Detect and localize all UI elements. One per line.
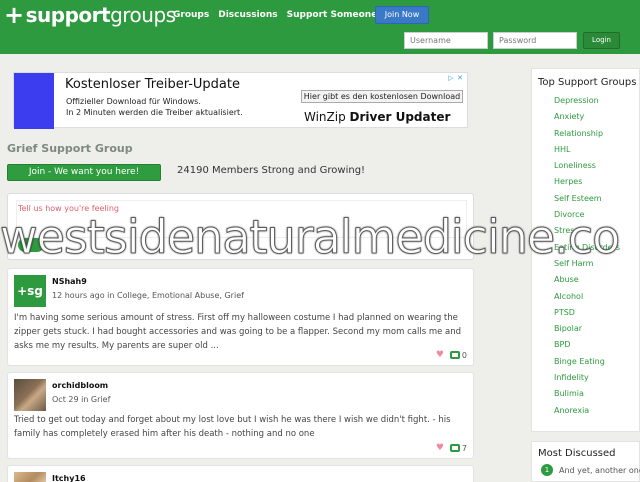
- post-body[interactable]: I'm having some serious amount of stress…: [14, 311, 469, 353]
- ad-brand-prefix: WinZip: [304, 110, 346, 124]
- heart-icon[interactable]: ♥: [436, 443, 444, 453]
- post-username[interactable]: Itchy16: [52, 474, 86, 482]
- group-link[interactable]: Herpes: [554, 177, 620, 193]
- ad-banner[interactable]: Kostenloser Treiber-Update Offizieller D…: [13, 72, 468, 129]
- comment-button[interactable]: 0: [449, 350, 467, 360]
- post-actions: ♥ 7: [436, 443, 467, 453]
- password-input[interactable]: [493, 32, 577, 49]
- panel-title: Top Support Groups: [538, 77, 637, 88]
- avatar[interactable]: [14, 472, 46, 482]
- compose-box: Tell us how you're feeling: [7, 193, 474, 260]
- group-link[interactable]: Bipolar: [554, 324, 620, 340]
- compose-submit-button[interactable]: [18, 238, 44, 252]
- post-card[interactable]: Itchy16: [7, 465, 474, 482]
- ad-brand: WinZip Driver Updater: [304, 110, 450, 124]
- login-button[interactable]: Login: [583, 32, 620, 49]
- group-link[interactable]: Relationship: [554, 129, 620, 145]
- comment-icon: [449, 351, 460, 359]
- main-nav: Groups Discussions Support Someone: [173, 10, 386, 20]
- ad-choices-icon[interactable]: ▷ ✕: [447, 74, 465, 83]
- nav-support-someone[interactable]: Support Someone: [287, 10, 378, 20]
- avatar[interactable]: [14, 379, 46, 411]
- rank-badge: 1: [541, 464, 553, 476]
- top-navigation-bar: + support groups Groups Discussions Supp…: [0, 0, 640, 54]
- group-link[interactable]: HHL: [554, 145, 620, 161]
- group-link[interactable]: Binge Eating: [554, 357, 620, 373]
- post-username[interactable]: orchidbloom: [52, 381, 108, 390]
- group-link[interactable]: Self Harm: [554, 259, 620, 275]
- most-discussed-panel: Most Discussed 1 And yet, another one: [531, 441, 640, 482]
- group-link[interactable]: Depression: [554, 96, 620, 112]
- post-card[interactable]: +sg NShah9 12 hours ago in College, Emot…: [7, 268, 474, 366]
- group-link[interactable]: Eating Disorders: [554, 243, 620, 259]
- top-support-groups-panel: Top Support Groups Depression Anxiety Re…: [531, 68, 640, 432]
- post-username[interactable]: NShah9: [52, 277, 87, 286]
- comment-count: 0: [461, 350, 467, 360]
- heart-icon[interactable]: ♥: [436, 350, 444, 360]
- ad-image: [14, 73, 54, 129]
- post-meta: 12 hours ago in College, Emotional Abuse…: [52, 291, 244, 300]
- ad-text-line: In 2 Minuten werden die Treiber aktualis…: [66, 108, 243, 117]
- group-link[interactable]: Anorexia: [554, 406, 620, 422]
- group-link[interactable]: Bulimia: [554, 389, 620, 405]
- comment-count: 7: [461, 443, 467, 453]
- ad-brand-name: Driver Updater: [349, 110, 451, 124]
- post-card[interactable]: orchidbloom Oct 29 in Grief Tried to get…: [7, 372, 474, 459]
- join-group-button[interactable]: Join - We want you here!: [7, 164, 161, 181]
- plus-icon: +: [4, 1, 24, 29]
- post-actions: ♥ 0: [436, 350, 467, 360]
- comment-icon: [449, 444, 460, 452]
- group-link[interactable]: Infidelity: [554, 373, 620, 389]
- site-logo[interactable]: + support groups: [4, 3, 176, 27]
- ad-close-icon[interactable]: ✕: [456, 74, 464, 82]
- group-link[interactable]: Loneliness: [554, 161, 620, 177]
- group-title: Grief Support Group: [7, 142, 133, 155]
- compose-placeholder: Tell us how you're feeling: [18, 204, 119, 213]
- group-link[interactable]: BPD: [554, 340, 620, 356]
- comment-button[interactable]: 7: [449, 443, 467, 453]
- ad-text-line: Offizieller Download für Windows.: [66, 97, 201, 106]
- group-link[interactable]: Divorce: [554, 210, 620, 226]
- post-body[interactable]: Tried to get out today and forget about …: [14, 413, 469, 441]
- avatar[interactable]: +sg: [14, 275, 46, 307]
- group-link[interactable]: Abuse: [554, 275, 620, 291]
- group-list: Depression Anxiety Relationship HHL Lone…: [554, 96, 620, 422]
- panel-title: Most Discussed: [538, 448, 616, 459]
- logo-text-normal: groups: [110, 3, 176, 27]
- ad-title: Kostenloser Treiber-Update: [65, 77, 240, 92]
- group-link[interactable]: Alcohol: [554, 292, 620, 308]
- nav-groups[interactable]: Groups: [173, 10, 209, 20]
- ad-info-icon: ▷: [448, 74, 454, 82]
- nav-discussions[interactable]: Discussions: [218, 10, 277, 20]
- group-link[interactable]: Anxiety: [554, 112, 620, 128]
- join-now-button[interactable]: Join Now: [375, 6, 429, 24]
- username-input[interactable]: [404, 32, 488, 49]
- discussion-item[interactable]: 1 And yet, another one: [541, 464, 640, 476]
- post-meta: Oct 29 in Grief: [52, 395, 111, 404]
- group-link[interactable]: PTSD: [554, 308, 620, 324]
- discussion-title[interactable]: And yet, another one: [559, 466, 640, 475]
- group-link[interactable]: Stress: [554, 226, 620, 242]
- ad-download-button[interactable]: Hier gibt es den kostenlosen Download: [301, 90, 463, 103]
- group-link[interactable]: Self Esteem: [554, 194, 620, 210]
- member-count: 24190 Members Strong and Growing!: [177, 165, 366, 176]
- logo-text-bold: support: [25, 3, 111, 27]
